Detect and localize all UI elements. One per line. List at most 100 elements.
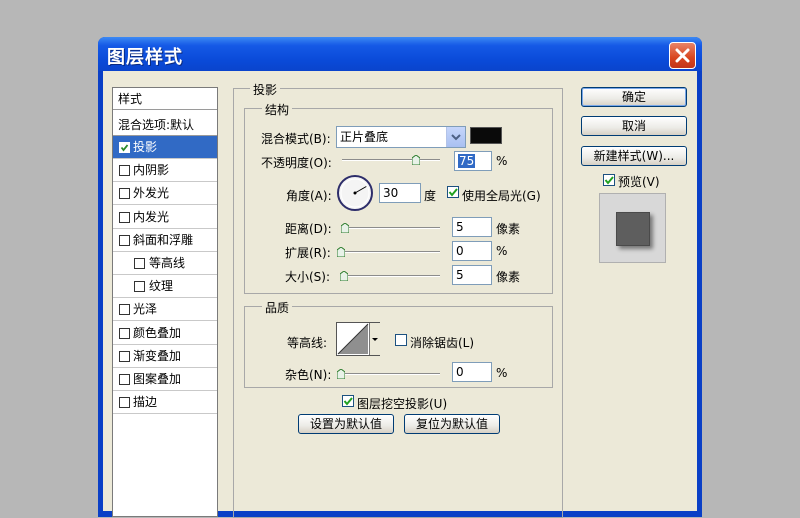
- blend-mode-value: 正片叠底: [340, 130, 389, 144]
- style-item[interactable]: 内发光: [113, 206, 217, 228]
- close-icon: [675, 48, 690, 63]
- preview-label: 预览(V): [618, 175, 660, 189]
- blend-mode-select[interactable]: 正片叠底: [336, 126, 466, 148]
- style-item-checkbox[interactable]: [119, 211, 130, 223]
- global-light-checkbox[interactable]: [447, 186, 459, 198]
- size-slider-thumb[interactable]: [339, 270, 349, 282]
- size-slider[interactable]: [342, 275, 440, 277]
- style-item-checkbox[interactable]: [119, 327, 130, 339]
- style-item[interactable]: 等高线: [113, 252, 217, 274]
- opacity-value: 75: [458, 154, 476, 168]
- global-light-label: 使用全局光(G): [462, 189, 541, 203]
- distance-unit: 像素: [496, 222, 521, 236]
- reset-default-button[interactable]: 复位为默认值: [404, 414, 500, 434]
- spread-unit: %: [496, 244, 508, 258]
- noise-label: 杂色(N):: [285, 368, 332, 382]
- style-item-label: 纹理: [149, 279, 174, 294]
- opacity-unit: %: [496, 154, 508, 168]
- knockout-label: 图层挖空投影(U): [357, 397, 448, 411]
- style-item-label: 渐变叠加: [133, 348, 182, 363]
- style-item[interactable]: 描边: [113, 391, 217, 413]
- structure-title: 结构: [262, 101, 293, 118]
- contour-label: 等高线:: [287, 336, 328, 350]
- size-input[interactable]: 5: [452, 265, 492, 285]
- style-item-checkbox[interactable]: [134, 258, 145, 269]
- blend-mode-label: 混合模式(B):: [261, 132, 331, 146]
- dialog-title: 图层样式: [107, 47, 183, 68]
- style-item[interactable]: 外发光: [113, 182, 217, 204]
- list-separator: [113, 413, 217, 415]
- style-item-label: 投影: [133, 140, 158, 154]
- spread-input[interactable]: 0: [452, 241, 492, 261]
- noise-slider-thumb[interactable]: [336, 368, 346, 380]
- angle-unit: 度: [424, 189, 437, 203]
- opacity-label: 不透明度(O):: [261, 156, 332, 170]
- noise-input[interactable]: 0: [452, 362, 492, 382]
- style-item-label: 外发光: [133, 186, 170, 201]
- preview-checkbox[interactable]: [603, 174, 615, 186]
- contour-dropdown-arrow-icon[interactable]: [369, 323, 380, 355]
- style-item-label: 等高线: [149, 256, 186, 270]
- distance-label: 距离(D):: [285, 222, 332, 236]
- style-item[interactable]: 渐变叠加: [113, 345, 217, 367]
- close-button[interactable]: [669, 42, 696, 69]
- style-item-label: 图案叠加: [133, 372, 182, 386]
- style-item-label: 颜色叠加: [133, 325, 182, 340]
- new-style-button[interactable]: 新建样式(W)...: [581, 146, 687, 166]
- distance-input[interactable]: 5: [452, 217, 492, 237]
- style-item-checkbox[interactable]: [119, 304, 130, 316]
- size-unit: 像素: [496, 270, 521, 284]
- style-item-label: 斜面和浮雕: [133, 232, 194, 247]
- chevron-down-icon[interactable]: [446, 127, 465, 147]
- style-item[interactable]: 斜面和浮雕: [113, 229, 217, 251]
- style-item-label: 内发光: [133, 209, 170, 224]
- noise-unit: %: [496, 366, 508, 380]
- cancel-button[interactable]: 取消: [581, 116, 687, 136]
- shadow-color-swatch[interactable]: [470, 127, 502, 144]
- title-bar[interactable]: [98, 37, 702, 71]
- style-item-label: 光泽: [133, 302, 158, 317]
- style-preview-thumbnail: [599, 193, 666, 263]
- angle-input[interactable]: 30: [379, 183, 421, 203]
- opacity-slider[interactable]: [342, 159, 440, 161]
- blend-options-item[interactable]: 混合选项:默认: [113, 114, 217, 136]
- contour-preview-icon: [337, 323, 369, 355]
- style-item-checkbox[interactable]: [119, 142, 130, 153]
- spread-label: 扩展(R):: [285, 246, 331, 260]
- antialias-checkbox[interactable]: [395, 334, 407, 346]
- ok-button[interactable]: 确定: [581, 87, 687, 107]
- contour-picker[interactable]: [336, 322, 380, 356]
- angle-dial[interactable]: [336, 174, 374, 212]
- size-label: 大小(S):: [285, 270, 331, 284]
- style-item-checkbox[interactable]: [119, 165, 130, 177]
- style-item[interactable]: 投影: [113, 136, 217, 158]
- make-default-button[interactable]: 设置为默认值: [298, 414, 394, 434]
- quality-title: 品质: [262, 299, 293, 316]
- style-item-checkbox[interactable]: [119, 374, 130, 385]
- spread-slider-thumb[interactable]: [336, 246, 346, 258]
- style-item-label: 内阴影: [133, 163, 170, 178]
- style-item[interactable]: 颜色叠加: [113, 322, 217, 344]
- style-item-checkbox[interactable]: [119, 350, 130, 362]
- drop-shadow-title: 投影: [250, 81, 281, 98]
- style-item[interactable]: 内阴影: [113, 159, 217, 181]
- noise-slider[interactable]: [342, 373, 440, 375]
- antialias-label: 消除锯齿(L): [410, 336, 475, 350]
- style-item[interactable]: 纹理: [113, 275, 217, 297]
- spread-slider[interactable]: [342, 251, 440, 253]
- style-item-label: 描边: [133, 395, 158, 410]
- style-item[interactable]: 光泽: [113, 298, 217, 320]
- distance-slider-thumb[interactable]: [340, 222, 350, 234]
- styles-header[interactable]: 样式: [113, 88, 217, 110]
- distance-slider[interactable]: [342, 227, 440, 229]
- angle-label: 角度(A):: [286, 189, 332, 203]
- opacity-slider-thumb[interactable]: [411, 154, 420, 166]
- opacity-input[interactable]: 75: [454, 151, 492, 171]
- preview-square: [616, 212, 650, 246]
- style-item-checkbox[interactable]: [119, 188, 130, 200]
- style-item-checkbox[interactable]: [134, 281, 145, 293]
- style-item-checkbox[interactable]: [119, 234, 130, 246]
- style-item-checkbox[interactable]: [119, 397, 130, 409]
- style-item[interactable]: 图案叠加: [113, 368, 217, 390]
- knockout-checkbox[interactable]: [342, 395, 354, 407]
